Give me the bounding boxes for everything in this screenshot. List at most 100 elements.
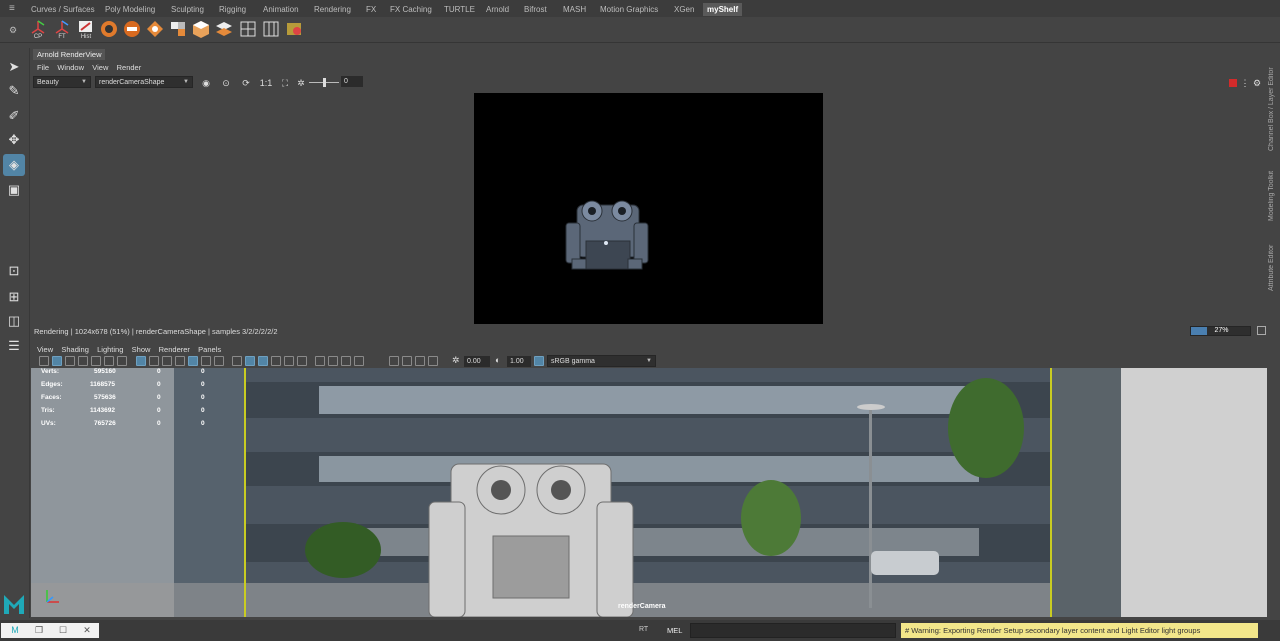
viewport-menu-panels[interactable]: Panels [198,344,221,355]
render-image[interactable] [474,93,823,324]
renderview-menu-file[interactable]: File [37,62,49,73]
shelf-tab-fx[interactable]: FX [362,3,380,16]
ratio-label[interactable]: 1:1 [258,77,274,89]
viewport-menu-view[interactable]: View [37,344,53,355]
tear-off-icon[interactable] [428,356,438,366]
playblast-icon[interactable] [402,356,412,366]
maximize-window-icon[interactable]: ☐ [51,623,75,638]
flat-shade-icon[interactable] [162,356,172,366]
xray-joints-icon[interactable] [245,356,255,366]
ipr-icon[interactable]: ⊙ [220,77,232,89]
shelf-tab-myshelf[interactable]: myShelf [703,3,743,16]
color-space-dropdown[interactable]: sRGB gamma ▼ [547,355,656,367]
arnold-ipr-icon[interactable] [122,19,142,39]
refresh-icon[interactable]: ⟳ [240,77,252,89]
viewport-gamma-input[interactable]: 1.00 [507,356,531,367]
stop-render-icon[interactable] [1229,79,1237,87]
lasso-tool-icon[interactable]: ✎ [3,80,25,102]
color-management-icon[interactable] [534,356,544,366]
shelf-settings-icon[interactable]: ⚙ [9,25,17,36]
shelf-tab-curves-surfaces[interactable]: Curves / Surfaces [27,3,99,16]
textured-icon[interactable] [188,356,198,366]
renderview-maximize-icon[interactable] [1257,326,1266,335]
options-menu-icon[interactable]: ⋮ [1239,77,1251,89]
maya-app-icon[interactable]: M [3,623,27,638]
shelf-options-icon[interactable]: ≡ [9,3,15,14]
camera-tool-icon[interactable] [52,356,62,366]
film-gate-icon[interactable] [104,356,114,366]
viewport-menu-show[interactable]: Show [132,344,151,355]
shelf-tab-poly-modeling[interactable]: Poly Modeling [101,3,159,16]
bounding-box-icon[interactable] [175,356,185,366]
viewport-menu-renderer[interactable]: Renderer [159,344,190,355]
ft-icon[interactable]: FT [52,19,72,40]
close-window-icon[interactable]: ✕ [75,623,99,638]
viewport-menu-shading[interactable]: Shading [61,344,89,355]
dock-tab-channel-box[interactable]: Channel Box / Layer Editor [1268,51,1280,151]
anti-aliasing-icon[interactable] [297,356,307,366]
viewport-scene[interactable]: Verts: 595160 0 0 Edges: 1168575 0 0 Fac… [31,368,1267,617]
wireframe-icon[interactable] [136,356,146,366]
shelf-tab-arnold[interactable]: Arnold [482,3,513,16]
camera-dropdown[interactable]: renderCameraShape ▼ [95,76,193,88]
viewport-exposure-input[interactable]: 0.00 [464,356,490,367]
arnold-light-icon[interactable] [145,19,165,39]
render-start-icon[interactable]: ◉ [200,77,212,89]
shelf-tab-rendering[interactable]: Rendering [310,3,355,16]
shelf-tab-mash[interactable]: MASH [559,3,590,16]
resolution-gate-icon[interactable] [117,356,127,366]
cp-icon[interactable]: CP [28,19,48,40]
dock-tab-attribute-editor[interactable]: Attribute Editor [1268,233,1280,291]
shelf-tab-turtle[interactable]: TURTLE [440,3,479,16]
arnold-area-light-icon[interactable] [168,19,188,39]
shelf-tab-bifrost[interactable]: Bifrost [520,3,551,16]
renderview-menu-view[interactable]: View [92,62,108,73]
renderview-menu-render[interactable]: Render [117,62,142,73]
aov-dropdown[interactable]: Beauty ▼ [33,76,91,88]
shelf-tab-sculpting[interactable]: Sculpting [167,3,208,16]
panel-layout-icon[interactable] [415,356,425,366]
shelf-tab-fx-caching[interactable]: FX Caching [386,3,436,16]
camera-overlay-icon[interactable] [354,356,364,366]
select-tool-icon[interactable]: ➤ [3,56,25,78]
mel-command-input[interactable] [690,623,896,638]
fit-frame-icon[interactable]: ⛶ [279,77,291,89]
mel-language-toggle[interactable]: MEL [667,626,682,635]
isolate-select-icon[interactable] [258,356,268,366]
selection-highlight-icon[interactable] [341,356,351,366]
restore-window-icon[interactable]: ❐ [27,623,51,638]
grid-toggle-icon[interactable] [91,356,101,366]
renderview-title-tab[interactable]: Arnold RenderView [33,49,106,60]
image-plane-icon[interactable] [78,356,88,366]
four-view-layout-icon[interactable]: ⊞ [3,286,25,308]
smooth-shade-icon[interactable] [149,356,159,366]
viewport-menu-lighting[interactable]: Lighting [97,344,123,355]
camera-attributes-icon[interactable] [39,356,49,366]
script-tool-icon[interactable] [284,19,304,39]
arnold-cube-icon[interactable] [191,19,211,39]
shelf-tab-rigging[interactable]: Rigging [215,3,250,16]
dock-tab-modeling-toolkit[interactable]: Modeling Toolkit [1268,159,1280,221]
exposure-input[interactable]: 0 [341,76,363,87]
ambient-occlusion-icon[interactable] [271,356,281,366]
renderview-menu-window[interactable]: Window [57,62,84,73]
xray-icon[interactable] [232,356,242,366]
arnold-stack-icon[interactable] [214,19,234,39]
outliner-layout-icon[interactable]: ☰ [3,335,25,357]
two-view-layout-icon[interactable]: ◫ [3,310,25,332]
motion-blur-icon[interactable] [284,356,294,366]
single-view-layout-icon[interactable]: ⊡ [3,260,25,282]
shelf-tab-animation[interactable]: Animation [259,3,303,16]
arnold-render-icon[interactable] [99,19,119,39]
shadows-icon[interactable] [214,356,224,366]
rotate-tool-icon[interactable]: ◈ [3,154,25,176]
renderview-settings-icon[interactable]: ⚙ [1251,77,1263,89]
exposure-slider-handle[interactable] [323,78,326,87]
paint-select-tool-icon[interactable]: ✐ [3,105,25,127]
use-lights-icon[interactable] [201,356,211,366]
scale-tool-icon[interactable]: ▣ [3,179,25,201]
depth-of-field-icon[interactable] [315,356,325,366]
shelf-tab-motion-graphics[interactable]: Motion Graphics [596,3,662,16]
bookmark-icon[interactable] [65,356,75,366]
hist-icon[interactable]: Hist [76,19,96,40]
